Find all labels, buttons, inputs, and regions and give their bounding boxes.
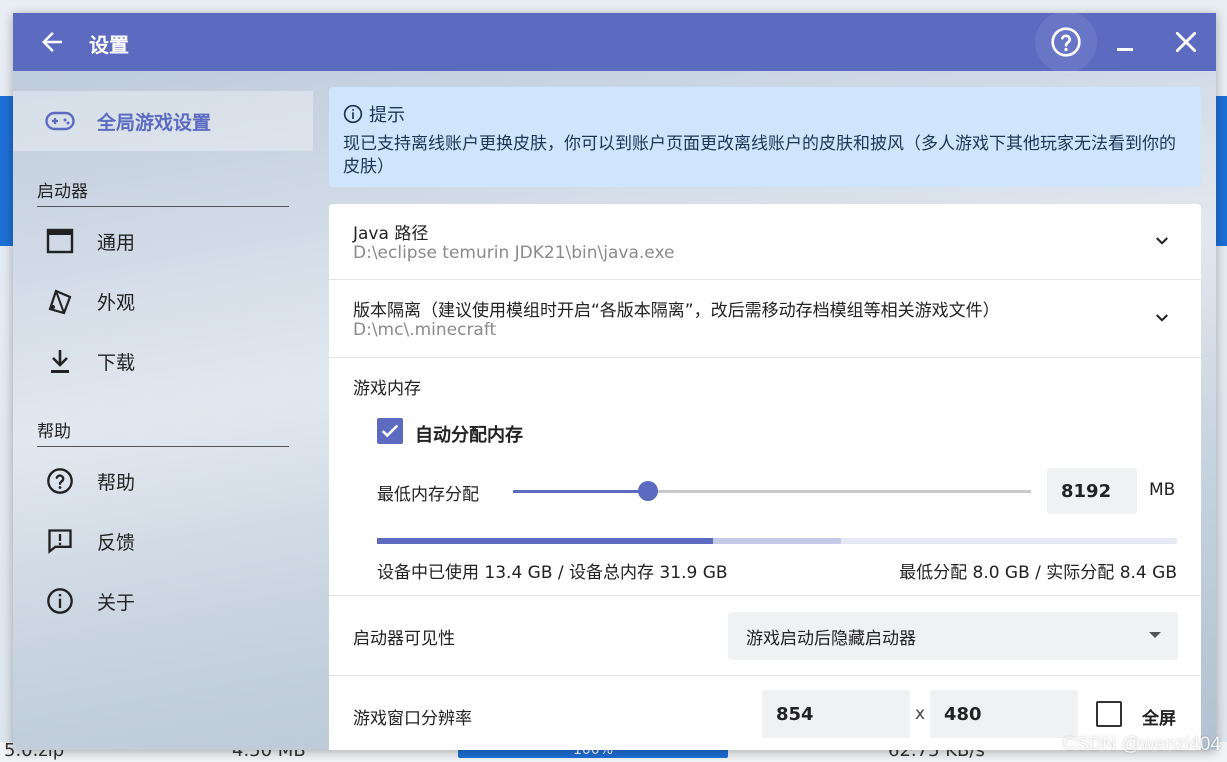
- sidebar-section-launcher: 启动器: [37, 177, 289, 207]
- launcher-visibility-label: 启动器可见性: [353, 629, 455, 649]
- auto-memory-checkbox[interactable]: [377, 418, 403, 444]
- download-icon: [45, 346, 75, 376]
- settings-card: Java 路径 D:\eclipse temurin JDK21\bin\jav…: [329, 204, 1201, 750]
- launcher-visibility-value: 游戏启动后隐藏启动器: [746, 628, 916, 649]
- min-memory-slider-thumb[interactable]: [638, 481, 658, 501]
- settings-content: 提示 现已支持离线账户更换皮肤，你可以到账户页面更改离线账户的皮肤和披风（多人游…: [329, 87, 1201, 750]
- palette-icon: [45, 286, 75, 316]
- gamepad-icon: [45, 106, 75, 136]
- chevron-down-icon: [1156, 237, 1168, 245]
- java-path-label: Java 路径: [353, 224, 429, 244]
- window-resolution-label: 游戏窗口分辨率: [353, 709, 472, 729]
- memory-usage-text: 设备中已使用 13.4 GB / 设备总内存 31.9 GB: [377, 563, 728, 583]
- chevron-down-icon: [1156, 314, 1168, 322]
- memory-allocation-text: 最低分配 8.0 GB / 实际分配 8.4 GB: [899, 563, 1177, 583]
- version-isolation-row[interactable]: 版本隔离（建议使用模组时开启“各版本隔离”，改后需移动存档模组等相关游戏文件） …: [329, 280, 1201, 358]
- background-right-strip: [1215, 96, 1227, 246]
- tip-heading: 提示: [343, 101, 1187, 127]
- resolution-separator: x: [915, 704, 926, 724]
- sidebar-item-appearance[interactable]: 外观: [13, 271, 313, 331]
- memory-used-fill: [377, 538, 713, 544]
- sidebar-item-about[interactable]: 关于: [13, 571, 313, 631]
- min-memory-input[interactable]: 8192: [1047, 468, 1137, 514]
- sidebar-item-label: 帮助: [97, 471, 136, 494]
- feedback-icon: [45, 526, 75, 556]
- sidebar-item-label: 关于: [97, 591, 136, 614]
- sidebar-section-help: 帮助: [37, 417, 289, 447]
- arrow-left-icon: [42, 32, 62, 52]
- help-circle-icon: [45, 466, 75, 496]
- background-left-strip: [0, 96, 14, 246]
- check-icon: [381, 424, 399, 438]
- window-icon: [45, 226, 75, 256]
- sidebar-item-feedback[interactable]: 反馈: [13, 511, 313, 571]
- sidebar-item-label: 反馈: [97, 531, 136, 554]
- version-isolation-label: 版本隔离（建议使用模组时开启“各版本隔离”，改后需移动存档模组等相关游戏文件）: [353, 301, 1000, 321]
- min-memory-label: 最低内存分配: [377, 485, 479, 505]
- sidebar-item-help[interactable]: 帮助: [13, 451, 313, 511]
- game-memory-label: 游戏内存: [353, 379, 421, 399]
- launcher-visibility-row: 启动器可见性 游戏启动后隐藏启动器: [329, 596, 1201, 676]
- minimize-icon: [1117, 48, 1133, 51]
- fullscreen-label: 全屏: [1142, 709, 1176, 729]
- sidebar-item-label: 下载: [97, 351, 136, 374]
- caret-down-icon: [1149, 632, 1161, 638]
- resolution-height-input[interactable]: 480: [930, 690, 1078, 738]
- sidebar-item-download[interactable]: 下载: [13, 331, 313, 391]
- help-button[interactable]: [1035, 13, 1097, 73]
- watermark: CSDN @wenzi404: [1062, 734, 1221, 755]
- tip-heading-text: 提示: [369, 105, 405, 126]
- resolution-width-input[interactable]: 854: [762, 690, 910, 738]
- version-isolation-value: D:\mc\.minecraft: [353, 320, 497, 340]
- help-circle-icon: [1051, 27, 1081, 57]
- java-path-value: D:\eclipse temurin JDK21\bin\java.exe: [353, 243, 675, 263]
- tip-banner: 提示 现已支持离线账户更换皮肤，你可以到账户页面更改离线账户的皮肤和披风（多人游…: [329, 87, 1201, 187]
- launcher-visibility-select[interactable]: 游戏启动后隐藏启动器: [728, 612, 1178, 660]
- info-icon: [45, 586, 75, 616]
- back-button[interactable]: [37, 27, 67, 57]
- title-bar: 设置: [13, 13, 1216, 73]
- memory-allocated-fill: [713, 538, 841, 544]
- sidebar-item-label: 通用: [97, 231, 136, 254]
- sidebar-item-global-game-settings[interactable]: 全局游戏设置: [13, 91, 313, 151]
- game-memory-section: 游戏内存 自动分配内存 最低内存分配 8192 MB 设备中已使用 13.4 G…: [329, 358, 1201, 596]
- info-icon: [343, 104, 363, 124]
- close-icon: [1175, 31, 1197, 53]
- java-path-row[interactable]: Java 路径 D:\eclipse temurin JDK21\bin\jav…: [329, 204, 1201, 280]
- settings-dialog: 设置 全局游戏设置 启动器 通用 外观 下载 帮助 帮助 反馈 关于 提示 现已…: [13, 13, 1216, 750]
- memory-unit: MB: [1149, 480, 1176, 500]
- minimize-button[interactable]: [1096, 13, 1154, 71]
- sidebar-item-general[interactable]: 通用: [13, 211, 313, 271]
- fullscreen-checkbox[interactable]: [1096, 701, 1122, 727]
- close-button[interactable]: [1157, 13, 1215, 71]
- window-title: 设置: [89, 33, 129, 57]
- sidebar: 全局游戏设置 启动器 通用 外观 下载 帮助 帮助 反馈 关于: [13, 71, 323, 750]
- auto-memory-label: 自动分配内存: [415, 425, 523, 446]
- sidebar-item-label: 外观: [97, 291, 136, 314]
- sidebar-item-label: 全局游戏设置: [97, 111, 212, 134]
- min-memory-slider-fill: [513, 490, 648, 493]
- tip-body: 现已支持离线账户更换皮肤，你可以到账户页面更改离线账户的皮肤和披风（多人游戏下其…: [343, 134, 1176, 177]
